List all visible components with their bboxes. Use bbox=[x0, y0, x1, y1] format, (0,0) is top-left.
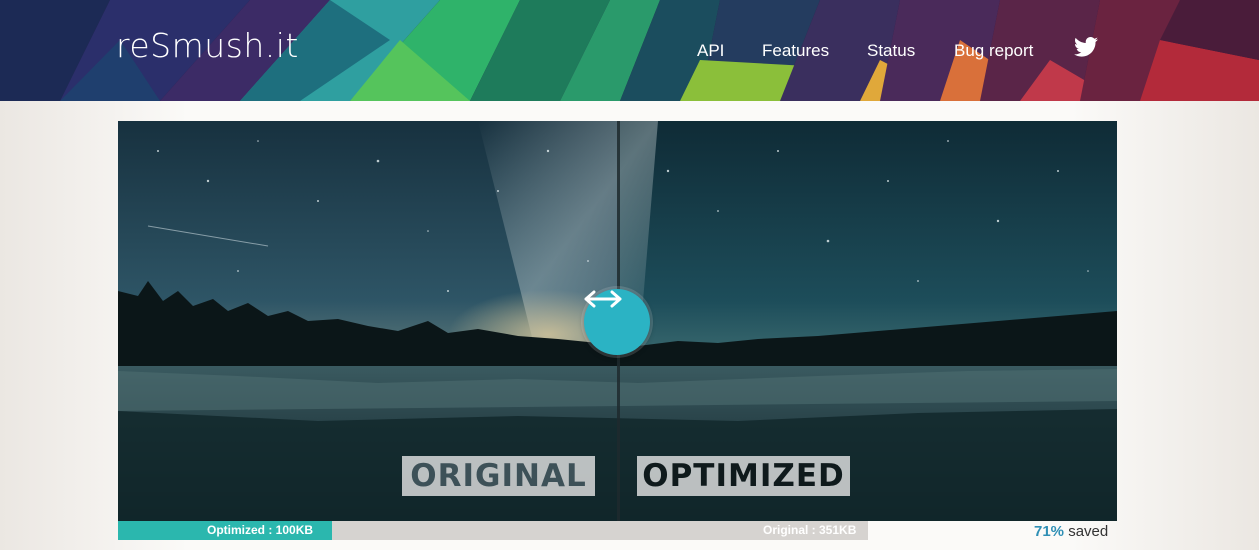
site-header: reSmush.it API Features Status Bug repor… bbox=[0, 0, 1259, 101]
size-comparison-bar: Optimized : 100KB Original : 351KB bbox=[118, 521, 868, 540]
saved-percent: 71% bbox=[1034, 523, 1065, 540]
optimized-label: OPTIMIZED bbox=[637, 456, 850, 496]
nav-link-status[interactable]: Status bbox=[867, 41, 915, 61]
optimized-size-text: Optimized : 100KB bbox=[207, 523, 314, 537]
twitter-icon[interactable] bbox=[1074, 37, 1098, 62]
nav-link-bug-report[interactable]: Bug report bbox=[954, 41, 1033, 61]
site-logo[interactable]: reSmush.it bbox=[116, 26, 299, 65]
saved-word: saved bbox=[1068, 523, 1109, 540]
comparison-handle[interactable] bbox=[584, 289, 650, 355]
original-size-text: Original : 351KB bbox=[763, 523, 857, 537]
image-comparison-slider[interactable]: ORIGINAL OPTIMIZED bbox=[118, 121, 1117, 521]
nav-link-api[interactable]: API bbox=[697, 41, 724, 61]
nav-link-features[interactable]: Features bbox=[762, 41, 829, 61]
savings-summary: 71% saved bbox=[1034, 523, 1108, 540]
original-label: ORIGINAL bbox=[402, 456, 595, 496]
